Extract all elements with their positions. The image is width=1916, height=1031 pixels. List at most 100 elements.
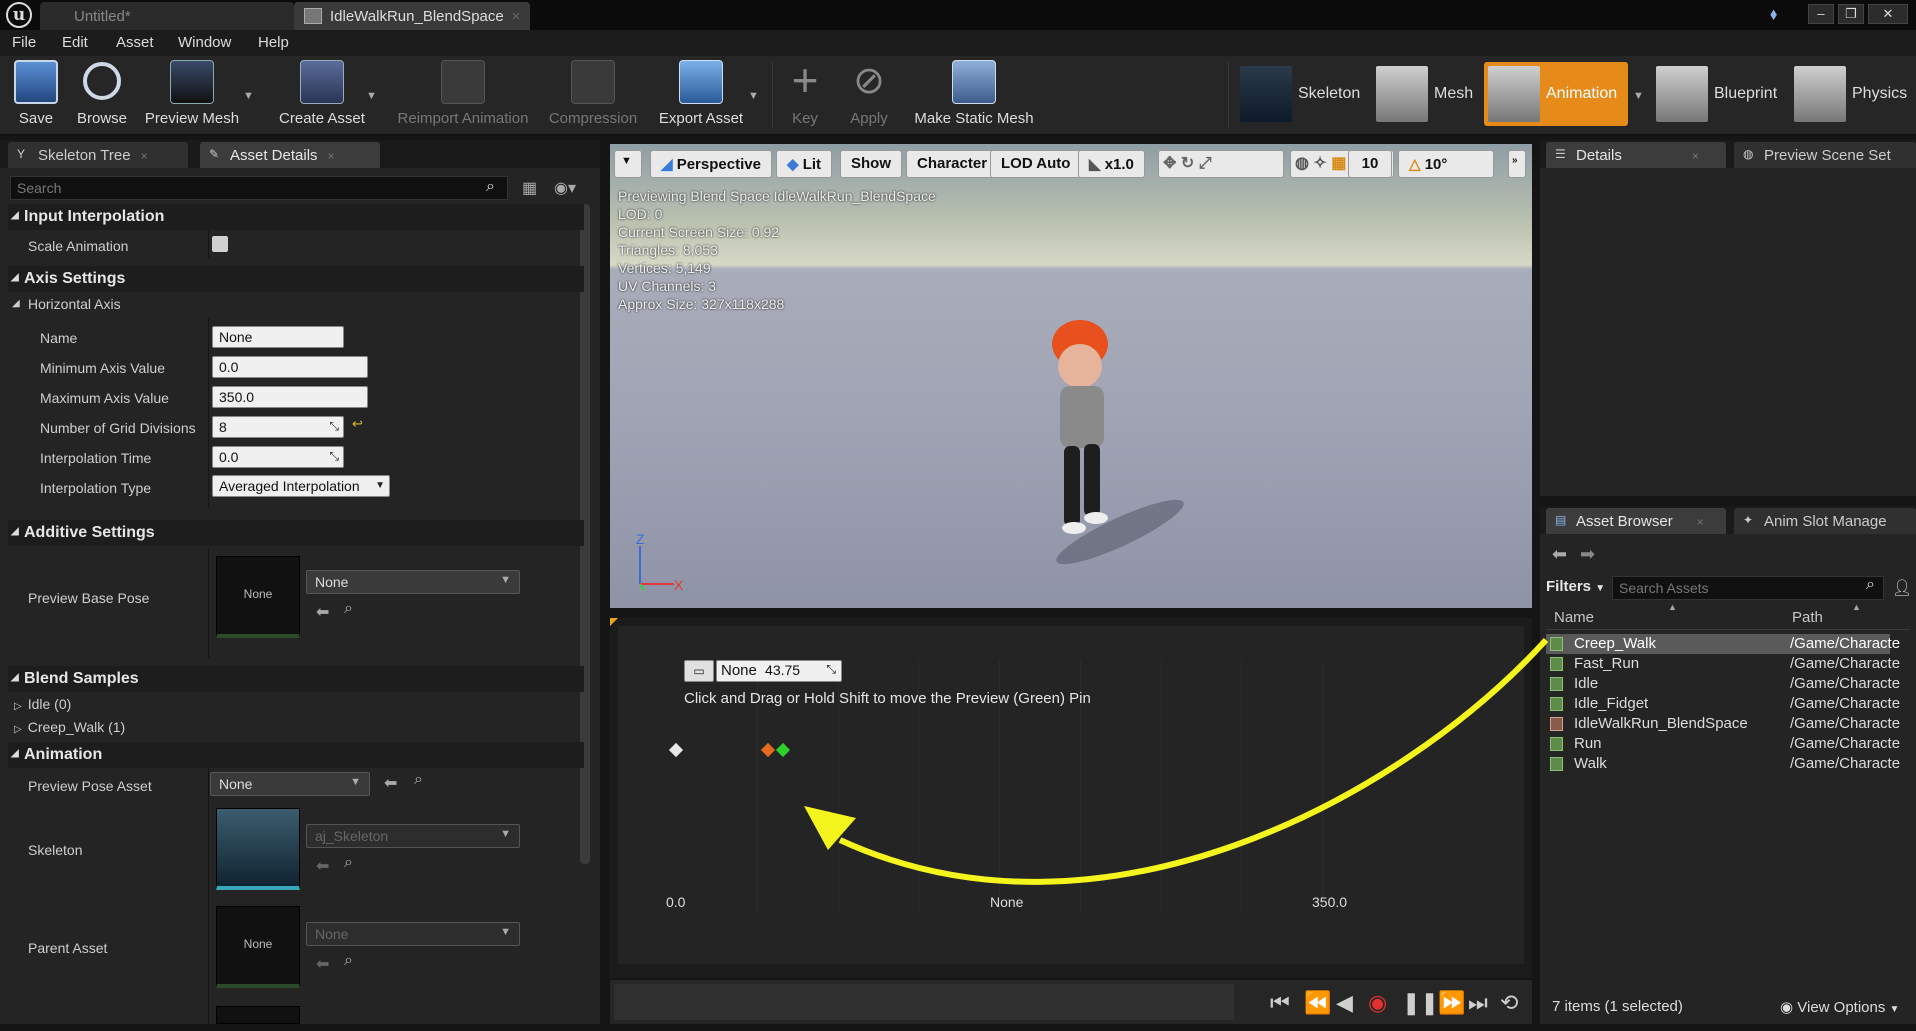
- blend-sample-creep-walk[interactable]: ▷ Creep_Walk (1): [14, 719, 125, 735]
- asset-row[interactable]: Run/Game/Characte: [1546, 734, 1900, 754]
- scale-animation-checkbox[interactable]: [212, 236, 228, 252]
- browse-search-icon[interactable]: ⌕: [344, 600, 353, 618]
- preview-mesh-button[interactable]: Preview Mesh: [140, 60, 244, 132]
- asset-row[interactable]: Idle_Fidget/Game/Characte: [1546, 694, 1900, 714]
- reset-to-default-icon[interactable]: ↩: [352, 416, 363, 432]
- close-icon[interactable]: ×: [1697, 515, 1704, 529]
- browse-button[interactable]: Browse: [72, 60, 132, 132]
- use-selected-arrow-icon[interactable]: ⬅: [316, 602, 329, 622]
- tab-skeleton-tree[interactable]: Y Skeleton Tree ×: [8, 142, 188, 168]
- horizontal-axis-group[interactable]: ◢ Horizontal Axis: [8, 292, 208, 316]
- user-icon[interactable]: 👤︎: [1892, 578, 1912, 598]
- export-dropdown-icon[interactable]: ▼: [748, 90, 759, 102]
- min-axis-field[interactable]: 0.0: [212, 356, 368, 378]
- mode-blueprint-button[interactable]: Blueprint: [1652, 62, 1790, 126]
- axis-name-field[interactable]: None: [212, 326, 344, 348]
- tab-preview-scene-settings[interactable]: ◍ Preview Scene Set: [1734, 142, 1916, 168]
- compression-button[interactable]: Compression: [546, 60, 640, 132]
- lod-auto-button[interactable]: LOD Auto: [990, 150, 1082, 178]
- apply-button[interactable]: ⊘ Apply: [842, 60, 896, 132]
- sample-marker-creep-walk[interactable]: [761, 742, 776, 758]
- mode-mesh-button[interactable]: Mesh: [1372, 62, 1482, 126]
- minimize-button[interactable]: –: [1808, 4, 1834, 24]
- close-window-button[interactable]: ✕: [1868, 4, 1908, 24]
- asset-row[interactable]: Idle/Game/Characte: [1546, 674, 1900, 694]
- viewport-options-button[interactable]: ▼: [614, 150, 642, 178]
- menu-window[interactable]: Window: [178, 34, 231, 51]
- asset-search-input[interactable]: Search Assets: [1612, 576, 1884, 600]
- back-arrow-icon[interactable]: ⬅: [1552, 544, 1567, 565]
- details-search-input[interactable]: Search: [10, 176, 508, 200]
- show-button[interactable]: Show: [840, 150, 902, 178]
- spin-arrows-icon[interactable]: ⤡: [329, 419, 339, 434]
- create-asset-dropdown-icon[interactable]: ▼: [366, 90, 377, 102]
- forward-arrow-icon[interactable]: ➡: [1580, 544, 1595, 565]
- sample-marker-idle[interactable]: [668, 742, 684, 758]
- skip-to-end-icon[interactable]: ⏭: [1468, 990, 1488, 1016]
- menu-file[interactable]: File: [12, 34, 36, 51]
- loop-icon[interactable]: ⟲: [1500, 990, 1518, 1016]
- blend-graph-area[interactable]: ▭ None 43.75 ⤡ Click and Drag or Hold Sh…: [618, 626, 1524, 964]
- animation-mode-dropdown-icon[interactable]: ▼: [1633, 90, 1644, 102]
- use-selected-arrow-icon[interactable]: ⬅: [384, 773, 397, 793]
- category-blend-samples[interactable]: ◢ Blend Samples: [8, 666, 584, 692]
- parent-asset-thumbnail[interactable]: None: [216, 906, 300, 988]
- preview-pin-input[interactable]: None 43.75 ⤡: [716, 660, 842, 682]
- close-icon[interactable]: ×: [1692, 149, 1699, 163]
- browse-search-icon[interactable]: ⌕: [344, 952, 353, 970]
- category-animation[interactable]: ◢ Animation: [8, 742, 584, 768]
- play-reverse-icon[interactable]: ◀: [1336, 990, 1353, 1016]
- perspective-button[interactable]: ◢ Perspective: [650, 150, 772, 178]
- tab-asset-details[interactable]: ✎ Asset Details ×: [200, 142, 380, 168]
- blend-sample-idle[interactable]: ▷ Idle (0): [14, 696, 71, 712]
- pause-icon[interactable]: ❚❚: [1402, 990, 1439, 1016]
- export-asset-button[interactable]: Export Asset: [654, 60, 748, 132]
- viewport-expand-button[interactable]: »: [1508, 150, 1526, 178]
- eye-icon[interactable]: ◉▾: [554, 178, 576, 198]
- asset-row[interactable]: Creep_Walk/Game/Characte: [1546, 634, 1900, 654]
- menu-edit[interactable]: Edit: [62, 34, 88, 51]
- record-icon[interactable]: ◉: [1368, 990, 1387, 1016]
- menu-help[interactable]: Help: [258, 34, 289, 51]
- timeline-scrubber[interactable]: [614, 984, 1234, 1020]
- preview-mesh-dropdown-icon[interactable]: ▼: [243, 90, 254, 102]
- base-pose-thumbnail[interactable]: None: [216, 556, 300, 638]
- close-icon[interactable]: ×: [141, 149, 148, 163]
- preview-pin-marker[interactable]: [776, 742, 791, 758]
- create-asset-button[interactable]: Create Asset: [272, 60, 372, 132]
- playback-speed-button[interactable]: ◣ x1.0: [1078, 150, 1145, 178]
- grid-view-icon[interactable]: ▦: [522, 178, 537, 198]
- asset-row[interactable]: Fast_Run/Game/Characte: [1546, 654, 1900, 674]
- skeleton-thumbnail[interactable]: [216, 808, 300, 890]
- key-button[interactable]: + Key: [780, 57, 830, 132]
- rotation-snap-button[interactable]: △ 10°: [1398, 150, 1494, 178]
- close-icon[interactable]: ×: [328, 149, 335, 163]
- tab-details[interactable]: ☰ Details ×: [1546, 142, 1726, 168]
- base-pose-dropdown[interactable]: None ▼: [306, 570, 520, 594]
- path-column-header[interactable]: Path: [1792, 609, 1823, 626]
- save-button[interactable]: Save: [8, 60, 64, 132]
- preview-viewport[interactable]: ▼ ◢ Perspective ◆ Lit Show Character LOD…: [610, 144, 1532, 608]
- step-forward-icon[interactable]: ⏩: [1438, 990, 1465, 1016]
- make-static-mesh-button[interactable]: Make Static Mesh: [906, 60, 1042, 132]
- mode-physics-button[interactable]: Physics: [1790, 62, 1916, 126]
- close-icon[interactable]: ×: [512, 8, 521, 25]
- spin-arrows-icon[interactable]: ⤡: [826, 662, 836, 677]
- mode-skeleton-button[interactable]: Skeleton: [1236, 62, 1366, 126]
- category-input-interpolation[interactable]: ◢ Input Interpolation: [8, 204, 584, 230]
- spin-arrows-icon[interactable]: ⤡: [329, 449, 339, 464]
- filters-button[interactable]: Filters ▼: [1546, 578, 1605, 595]
- category-additive-settings[interactable]: ◢ Additive Settings: [8, 520, 584, 546]
- preview-pose-dropdown[interactable]: None ▼: [210, 772, 370, 796]
- tab-asset-browser[interactable]: ▤ Asset Browser ×: [1546, 508, 1726, 534]
- step-back-icon[interactable]: ⏪: [1304, 990, 1331, 1016]
- grid-divisions-field[interactable]: 8 ⤡: [212, 416, 344, 438]
- interp-time-field[interactable]: 0.0 ⤡: [212, 446, 344, 468]
- max-axis-field[interactable]: 350.0: [212, 386, 368, 408]
- asset-row[interactable]: Walk/Game/Characte: [1546, 754, 1900, 774]
- tab-anim-slot-manager[interactable]: ✦ Anim Slot Manage: [1734, 508, 1916, 534]
- interp-type-dropdown[interactable]: Averaged Interpolation ▼: [212, 475, 390, 497]
- reimport-animation-button[interactable]: Reimport Animation: [392, 60, 534, 132]
- graph-input-icon[interactable]: ▭: [684, 660, 714, 682]
- lit-button[interactable]: ◆ Lit: [776, 150, 833, 178]
